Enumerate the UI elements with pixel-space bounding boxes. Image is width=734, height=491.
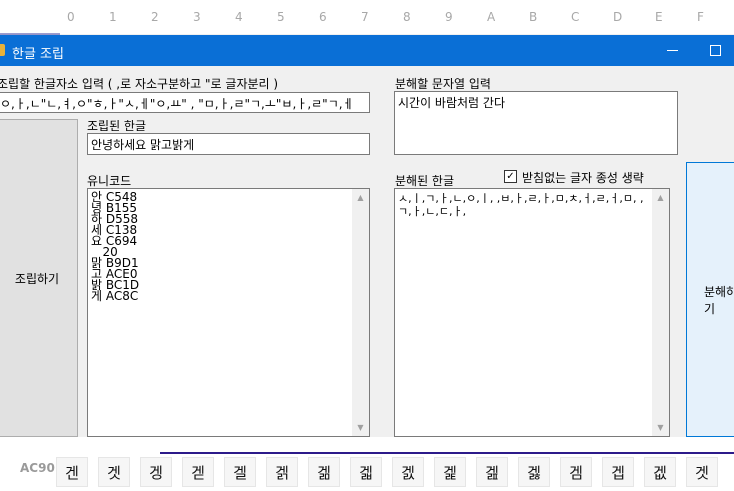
footer-glyph-cell[interactable]: 겓 [182,457,214,487]
footer-glyph-cell[interactable]: 겞 [644,457,676,487]
hex-column-header: 3 [193,10,201,24]
hex-column-header: E [655,10,663,24]
hex-column-header: A [487,10,496,24]
hangul-assembly-window: 한글 조립 조립할 한글자소 입력 ( ,로 자소구분하고 "로 글자분리 ) … [0,35,734,437]
footer-glyph-cell[interactable]: 겗 [350,457,382,487]
hex-column-header: 8 [403,10,411,24]
unicode-line: 게 AC8C [91,289,139,303]
hex-column-header: 2 [151,10,159,24]
assembled-result-label: 조립된 한글 [87,119,147,133]
footer-glyph-cell[interactable]: 겟 [686,457,718,487]
title-bar: 한글 조립 [0,35,734,66]
footer-glyph-cell[interactable]: 겔 [224,457,256,487]
window-title: 한글 조립 [12,47,64,62]
decompose-button[interactable]: 분해하기 [686,162,734,437]
hex-column-header: 9 [445,10,453,24]
decomposed-scrollbar[interactable]: ▲ ▼ [652,189,669,436]
maximize-button[interactable] [704,41,726,59]
omit-final-consonant-label: 받침없는 글자 종성 생략 [522,171,644,185]
scroll-down-icon[interactable]: ▼ [652,419,669,436]
footer-glyph-cell[interactable]: 겘 [392,457,424,487]
unicode-scrollbar[interactable]: ▲ ▼ [352,189,369,436]
footer-divider [160,452,734,454]
unicode-label: 유니코드 [87,174,132,188]
hex-column-header: 6 [319,10,327,24]
decomposed-result-label: 분해된 한글 [395,174,455,188]
assemble-input-label: 조립할 한글자소 입력 ( ,로 자소구분하고 "로 글자분리 ) [0,77,279,91]
hex-column-header: 7 [361,10,369,24]
footer-glyph-cell[interactable]: 겡 [140,457,172,487]
footer-glyph-cell[interactable]: 겛 [518,457,550,487]
unicode-line: 요 C694 [91,234,138,248]
decompose-input-field[interactable]: 시간이 바람처럼 간다 [394,91,678,155]
hex-column-header: F [697,10,704,24]
scroll-down-icon[interactable]: ▼ [352,419,369,436]
footer-glyph-cell[interactable]: 겖 [308,457,340,487]
app-icon [0,44,5,56]
assemble-input-field[interactable]: ㅇ,ㅏ,ㄴ"ㄴ,ㅕ,ㅇ"ㅎ,ㅏ"ㅅ,ㅔ"ㅇ,ㅛ" , "ㅁ,ㅏ,ㄹ"ㄱ,ㅗ"ㅂ,… [0,92,370,113]
hex-column-header: 0 [67,10,75,24]
assembled-result-field[interactable]: 안녕하세요 맑고밝게 [87,133,370,155]
hex-column-header: B [529,10,538,24]
unicode-lines: 안 C548 녕 B155 하 D558 세 C138 요 C694 20 맑 B9D1 고… [91,191,366,303]
footer-glyph-cell[interactable]: 겟 [98,457,130,487]
decomposed-output-box[interactable]: ㅅ,ㅣ,ㄱ,ㅏ,ㄴ,ㅇ,ㅣ, ,ㅂ,ㅏ,ㄹ,ㅏ,ㅁ,ㅊ,ㅓ,ㄹ,ㅓ,ㅁ, ,ㄱ,… [394,188,670,437]
minimize-button[interactable] [662,41,682,59]
footer-glyph-cell[interactable]: 겕 [266,457,298,487]
hex-column-header: 4 [235,10,243,24]
scroll-up-icon[interactable]: ▲ [352,189,369,206]
hex-grid-header: 0 1 2 3 4 5 6 7 8 9 A B C D E F [0,0,734,34]
hex-column-header: D [613,10,623,24]
footer-glyph-cell[interactable]: 겜 [560,457,592,487]
scroll-up-icon[interactable]: ▲ [652,189,669,206]
checkmark-icon: ✓ [506,170,515,182]
footer-glyph-cell[interactable]: 겐 [56,457,88,487]
footer-glyph-cell[interactable]: 겙 [434,457,466,487]
footer-glyph-cell[interactable]: 겚 [476,457,508,487]
footer-code-label: AC90 [20,461,55,475]
assemble-button[interactable]: 조립하기 [0,119,78,437]
hex-column-header: 5 [277,10,285,24]
hex-column-header: C [571,10,580,24]
unicode-output-box[interactable]: 안 C548 녕 B155 하 D558 세 C138 요 C694 20 맑 B9D1 고… [87,188,370,437]
decomposed-output-text: ㅅ,ㅣ,ㄱ,ㅏ,ㄴ,ㅇ,ㅣ, ,ㅂ,ㅏ,ㄹ,ㅏ,ㅁ,ㅊ,ㅓ,ㄹ,ㅓ,ㅁ, ,ㄱ,… [398,192,644,218]
footer-glyph-cell[interactable]: 겝 [602,457,634,487]
hex-column-header: 1 [109,10,117,24]
omit-final-consonant-checkbox[interactable]: ✓ [504,170,517,183]
decompose-input-label: 분해할 문자열 입력 [395,77,491,91]
